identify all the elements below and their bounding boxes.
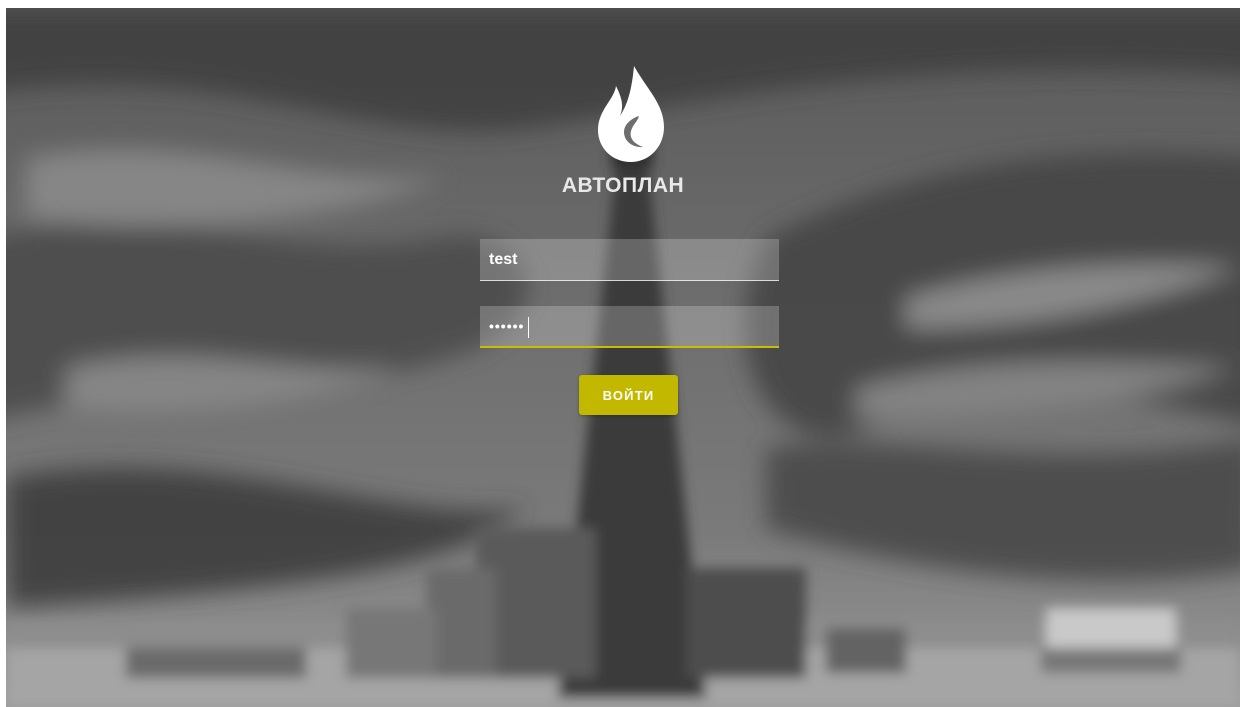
password-field[interactable] xyxy=(480,306,779,348)
username-field[interactable] xyxy=(480,239,779,281)
password-input[interactable] xyxy=(480,306,779,346)
app-title: АВТОПЛАН xyxy=(561,174,685,197)
flame-drop-icon xyxy=(594,64,666,164)
login-form: АВТОПЛАН ВОЙТИ xyxy=(6,8,1240,707)
username-input[interactable] xyxy=(480,239,779,280)
login-button[interactable]: ВОЙТИ xyxy=(579,375,678,415)
text-caret xyxy=(528,317,529,338)
login-screen: АВТОПЛАН ВОЙТИ xyxy=(6,8,1240,707)
